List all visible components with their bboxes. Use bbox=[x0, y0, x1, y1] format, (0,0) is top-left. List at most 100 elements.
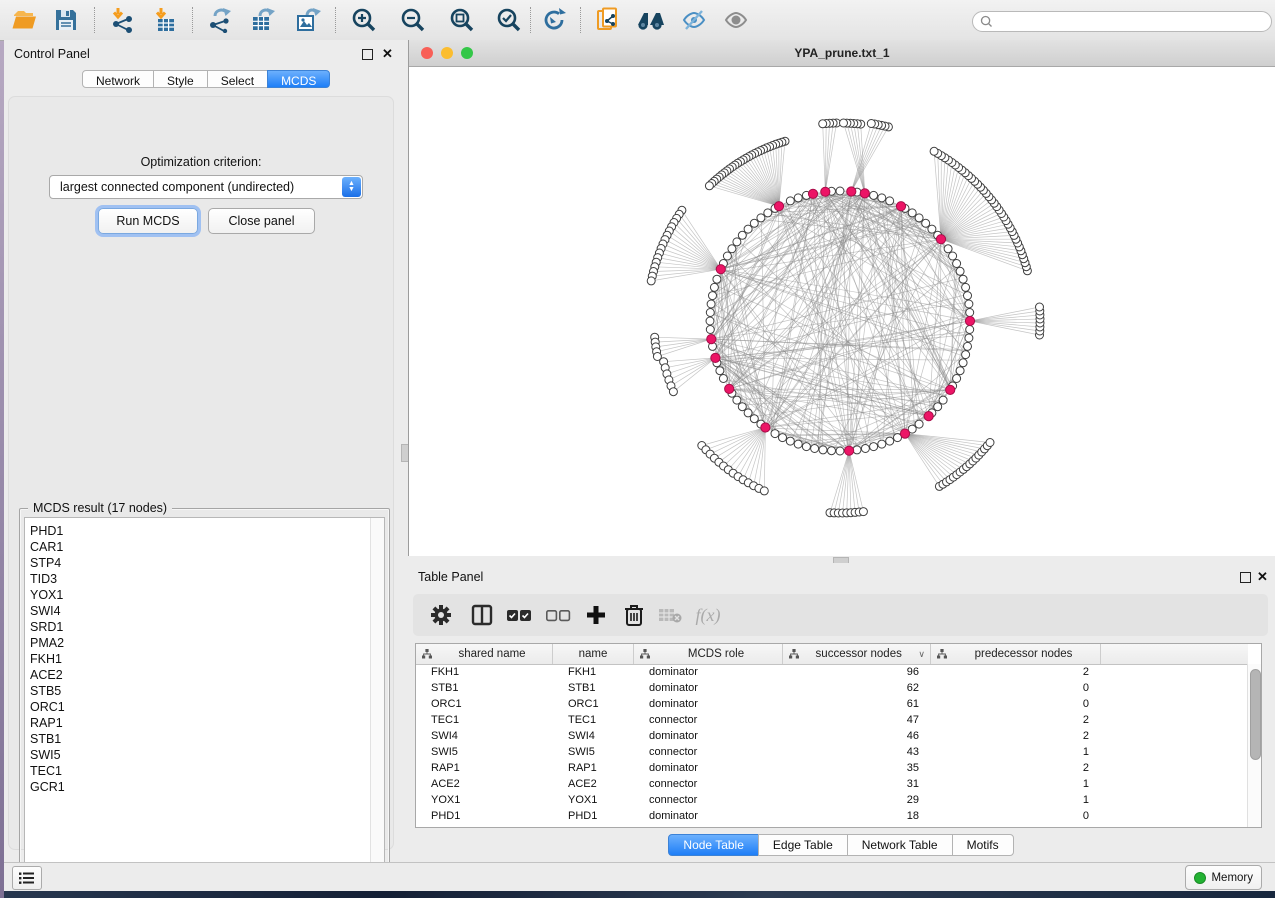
graph-node[interactable] bbox=[802, 443, 810, 451]
mcds-result-item[interactable]: GCR1 bbox=[25, 779, 370, 795]
graph-node[interactable] bbox=[733, 238, 741, 246]
graph-node[interactable] bbox=[757, 214, 765, 222]
graph-node[interactable] bbox=[915, 420, 923, 428]
zoom-fit-icon[interactable] bbox=[446, 6, 478, 34]
close-panel-icon[interactable]: ✕ bbox=[1257, 569, 1268, 585]
graph-node[interactable] bbox=[915, 214, 923, 222]
graph-hub-node[interactable] bbox=[847, 187, 856, 196]
graph-node[interactable] bbox=[836, 187, 844, 195]
graph-hub-node[interactable] bbox=[860, 189, 869, 198]
graph-node[interactable] bbox=[867, 120, 875, 128]
graph-node[interactable] bbox=[709, 292, 717, 300]
graph-node[interactable] bbox=[750, 219, 758, 227]
search-network-icon[interactable] bbox=[634, 6, 666, 34]
column-header-shared-name[interactable]: shared name bbox=[416, 644, 553, 664]
search-input[interactable] bbox=[997, 14, 1251, 30]
graph-node[interactable] bbox=[719, 375, 727, 383]
save-session-icon[interactable] bbox=[50, 6, 82, 34]
search-field[interactable] bbox=[972, 11, 1272, 32]
mcds-result-item[interactable]: TID3 bbox=[25, 571, 370, 587]
graph-node[interactable] bbox=[723, 252, 731, 260]
graph-hub-node[interactable] bbox=[707, 335, 716, 344]
graph-node[interactable] bbox=[861, 445, 869, 453]
mcds-result-list[interactable]: PHD1CAR1STP4TID3YOX1SWI4SRD1PMA2FKH1ACE2… bbox=[24, 517, 385, 874]
mcds-result-item[interactable]: PHD1 bbox=[25, 523, 370, 539]
table-row[interactable]: ACE2ACE2connector311 bbox=[416, 776, 1248, 792]
graph-node[interactable] bbox=[870, 191, 878, 199]
mcds-result-item[interactable]: CAR1 bbox=[25, 539, 370, 555]
column-header-predecessor-nodes[interactable]: predecessor nodes bbox=[931, 644, 1101, 664]
graph-node[interactable] bbox=[760, 487, 768, 495]
mcds-result-item[interactable]: ACE2 bbox=[25, 667, 370, 683]
horizontal-splitter[interactable] bbox=[408, 556, 1275, 563]
tab-mcds[interactable]: MCDS bbox=[267, 70, 330, 88]
graph-node[interactable] bbox=[870, 443, 878, 451]
graph-node[interactable] bbox=[750, 415, 758, 423]
graph-node[interactable] bbox=[786, 437, 794, 445]
graph-hub-node[interactable] bbox=[896, 202, 905, 211]
graph-node[interactable] bbox=[669, 388, 677, 396]
graph-node[interactable] bbox=[959, 275, 967, 283]
table-row[interactable]: FKH1FKH1dominator962 bbox=[416, 664, 1248, 680]
tab-motifs[interactable]: Motifs bbox=[952, 834, 1014, 856]
zoom-in-icon[interactable] bbox=[348, 6, 380, 34]
graph-node[interactable] bbox=[738, 403, 746, 411]
mcds-result-item[interactable]: STB1 bbox=[25, 731, 370, 747]
graph-node[interactable] bbox=[840, 119, 848, 127]
mcds-list-scrollbar[interactable] bbox=[370, 518, 384, 873]
node-table[interactable]: shared namenameMCDS rolesuccessor nodes∨… bbox=[415, 643, 1262, 828]
graph-node[interactable] bbox=[986, 439, 994, 447]
tab-network[interactable]: Network bbox=[82, 70, 154, 88]
table-row[interactable]: ORC1ORC1dominator610 bbox=[416, 696, 1248, 712]
graph-node[interactable] bbox=[966, 326, 974, 334]
graph-node[interactable] bbox=[928, 225, 936, 233]
table-row[interactable]: PHD1PHD1dominator180 bbox=[416, 808, 1248, 824]
close-panel-button[interactable]: Close panel bbox=[208, 208, 315, 234]
graph-node[interactable] bbox=[859, 508, 867, 516]
graph-hub-node[interactable] bbox=[936, 235, 945, 244]
float-panel-icon[interactable] bbox=[362, 49, 373, 60]
export-table-icon[interactable] bbox=[247, 6, 279, 34]
graph-node[interactable] bbox=[836, 447, 844, 455]
export-image-icon[interactable] bbox=[292, 6, 324, 34]
graph-node[interactable] bbox=[965, 334, 973, 342]
table-settings-gear-icon[interactable] bbox=[427, 602, 455, 628]
graph-node[interactable] bbox=[922, 219, 930, 227]
import-network-icon[interactable] bbox=[106, 6, 138, 34]
graph-node[interactable] bbox=[794, 194, 802, 202]
table-row[interactable]: RAP1RAP1dominator352 bbox=[416, 760, 1248, 776]
graph-node[interactable] bbox=[738, 231, 746, 239]
graph-node[interactable] bbox=[707, 300, 715, 308]
run-mcds-button[interactable]: Run MCDS bbox=[98, 208, 198, 234]
mcds-result-item[interactable]: TEC1 bbox=[25, 763, 370, 779]
graph-node[interactable] bbox=[878, 194, 886, 202]
memory-button[interactable]: Memory bbox=[1185, 865, 1262, 890]
graph-node[interactable] bbox=[647, 277, 655, 285]
tab-network-table[interactable]: Network Table bbox=[847, 834, 953, 856]
table-row[interactable]: STB1STB1dominator620 bbox=[416, 680, 1248, 696]
hide-graphics-details-icon[interactable] bbox=[678, 6, 710, 34]
table-scrollbar-thumb[interactable] bbox=[1250, 669, 1261, 760]
graph-node[interactable] bbox=[744, 409, 752, 417]
graph-node[interactable] bbox=[964, 342, 972, 350]
export-network-icon[interactable] bbox=[204, 6, 236, 34]
graph-node[interactable] bbox=[728, 245, 736, 253]
delete-column-icon[interactable] bbox=[620, 602, 648, 628]
graph-node[interactable] bbox=[853, 446, 861, 454]
graph-node[interactable] bbox=[794, 440, 802, 448]
graph-node[interactable] bbox=[706, 326, 714, 334]
graph-hub-node[interactable] bbox=[965, 316, 974, 325]
deselect-all-icon[interactable] bbox=[544, 602, 572, 628]
mcds-result-item[interactable]: SRD1 bbox=[25, 619, 370, 635]
graph-node[interactable] bbox=[949, 252, 957, 260]
mcds-result-item[interactable]: STP4 bbox=[25, 555, 370, 571]
select-all-icon[interactable] bbox=[505, 602, 533, 628]
graph-node[interactable] bbox=[934, 403, 942, 411]
graph-node[interactable] bbox=[819, 120, 827, 128]
tab-node-table[interactable]: Node Table bbox=[668, 834, 759, 856]
table-row[interactable]: SWI4SWI4dominator462 bbox=[416, 728, 1248, 744]
graph-node[interactable] bbox=[956, 367, 964, 375]
graph-node[interactable] bbox=[962, 283, 970, 291]
graph-node[interactable] bbox=[819, 446, 827, 454]
mcds-result-item[interactable]: ORC1 bbox=[25, 699, 370, 715]
